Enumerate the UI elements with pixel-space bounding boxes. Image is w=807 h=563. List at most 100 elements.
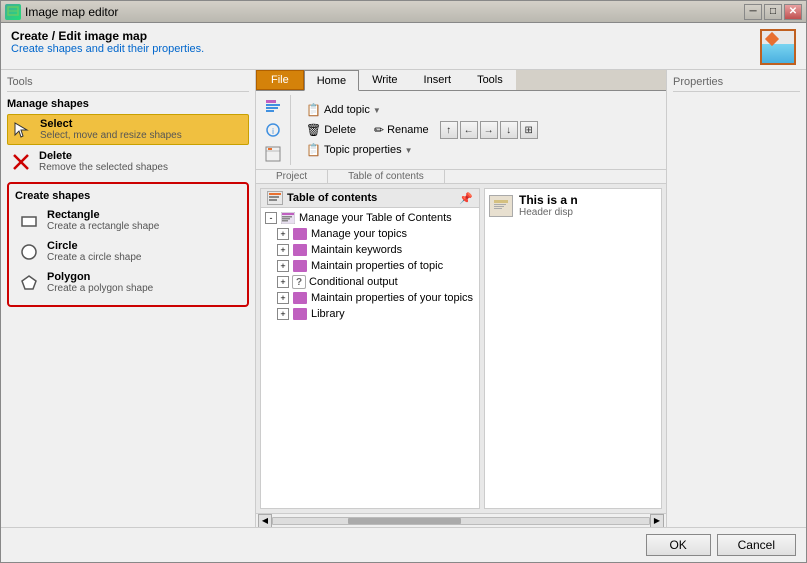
header-image (760, 29, 796, 65)
app-icon (5, 4, 21, 20)
tools-panel-title: Tools (7, 76, 249, 92)
tab-insert[interactable]: Insert (411, 70, 465, 90)
arrow-extra-button[interactable]: ⊞ (520, 121, 538, 139)
tree-item-2[interactable]: + Maintain keywords (263, 242, 477, 258)
header-area: Create / Edit image map Create shapes an… (1, 23, 806, 70)
circle-icon (19, 242, 39, 262)
item3-expander[interactable]: + (277, 260, 289, 272)
tab-tools[interactable]: Tools (464, 70, 516, 90)
arrow-right-button[interactable]: → (480, 121, 498, 139)
item4-expander[interactable]: + (277, 276, 289, 288)
item6-icon (292, 307, 308, 321)
select-tool-name: Select (40, 118, 182, 130)
ribbon-icon-1[interactable] (262, 95, 284, 117)
item6-expander[interactable]: + (277, 308, 289, 320)
ribbon-row-2: 🗑 Delete ✏ Rename ↑ ← → ↓ (299, 121, 538, 139)
item4-label: Conditional output (309, 276, 398, 288)
topic-properties-arrow: ▼ (405, 146, 413, 155)
delete-icon (11, 152, 31, 172)
topic-properties-button[interactable]: 📋 Topic properties ▼ (299, 141, 420, 159)
tab-file[interactable]: File (256, 70, 304, 90)
ribbon-icon-3[interactable] (262, 143, 284, 165)
item5-expander[interactable]: + (277, 292, 289, 304)
arrow-down-button[interactable]: ↓ (500, 121, 518, 139)
item3-icon (292, 259, 308, 273)
ribbon: File Home Write Insert Tools (256, 70, 666, 184)
circle-tool-info: Circle Create a circle shape (47, 240, 142, 263)
tree-item-4[interactable]: + ? Conditional output (263, 274, 477, 290)
delete-tool[interactable]: Delete Remove the selected shapes (7, 147, 249, 176)
ribbon-left-icons: i (262, 95, 291, 165)
minimize-button[interactable]: ─ (744, 4, 762, 20)
maximize-button[interactable]: □ (764, 4, 782, 20)
add-topic-label: Add topic (324, 104, 370, 116)
item1-expander[interactable]: + (277, 228, 289, 240)
tree-item-1[interactable]: + Manage your topics (263, 226, 477, 242)
cancel-button[interactable]: Cancel (717, 534, 796, 556)
select-tool-desc: Select, move and resize shapes (40, 130, 182, 141)
ribbon-row-1: 📋 Add topic ▼ (299, 101, 538, 119)
create-shapes-header: Create shapes (15, 190, 241, 202)
item2-icon (292, 243, 308, 257)
preview-title: This is a n (519, 193, 578, 207)
delete-ribbon-label: Delete (324, 124, 356, 136)
rename-button[interactable]: ✏ Rename (367, 121, 436, 139)
arrow-left-button[interactable]: ← (460, 121, 478, 139)
tab-write[interactable]: Write (359, 70, 410, 90)
svg-text:i: i (272, 127, 274, 136)
main-area: Tools Manage shapes Select Select, move … (1, 70, 806, 527)
item5-icon (292, 291, 308, 305)
ribbon-content: i (256, 91, 666, 169)
tree-item-3[interactable]: + Maintain properties of topic (263, 258, 477, 274)
rect-tool-name: Rectangle (47, 209, 159, 221)
manage-shapes-header: Manage shapes (7, 98, 249, 110)
rectangle-tool[interactable]: Rectangle Create a rectangle shape (15, 206, 241, 235)
window-title: Image map editor (25, 5, 118, 19)
arrow-up-button[interactable]: ↑ (440, 121, 458, 139)
nav-arrows: ↑ ← → ↓ ⊞ (440, 121, 538, 139)
item2-expander[interactable]: + (277, 244, 289, 256)
tree-root-item[interactable]: - Manage your Table of Cont (263, 210, 477, 226)
toc-header-left: Table of contents (267, 191, 377, 205)
circle-tool-name: Circle (47, 240, 142, 252)
add-topic-button[interactable]: 📋 Add topic ▼ (299, 101, 388, 119)
ribbon-tabs: File Home Write Insert Tools (256, 70, 666, 91)
delete-ribbon-button[interactable]: 🗑 Delete (299, 121, 363, 139)
ok-button[interactable]: OK (646, 534, 711, 556)
pin-icon[interactable]: 📌 (459, 192, 473, 205)
scroll-right-button[interactable]: ▶ (650, 514, 664, 528)
toc-header-icon (267, 191, 283, 205)
preview-desc: Header disp (519, 207, 578, 218)
ribbon-icon-2[interactable]: i (262, 119, 284, 141)
title-bar: Image map editor ─ □ ✕ (1, 1, 806, 23)
polygon-tool[interactable]: Polygon Create a polygon shape (15, 268, 241, 297)
header-subtitle: Create shapes and edit their properties. (11, 43, 204, 55)
ribbon-commands: 📋 Add topic ▼ 🗑 Delete ✏ (299, 101, 538, 159)
properties-panel-title: Properties (673, 76, 800, 92)
item6-label: Library (311, 308, 345, 320)
scrollbar-track[interactable] (272, 517, 650, 525)
tree-item-6[interactable]: + Library (263, 306, 477, 322)
header-title: Create / Edit image map (11, 29, 204, 43)
scrollbar-thumb (348, 518, 461, 524)
toc-header: Table of contents 📌 (261, 189, 479, 208)
poly-icon (19, 273, 39, 293)
ribbon-groups: Project Table of contents (256, 169, 666, 183)
rect-tool-desc: Create a rectangle shape (47, 221, 159, 232)
preview-icon (489, 195, 513, 217)
center-panel: File Home Write Insert Tools (256, 70, 666, 527)
close-button[interactable]: ✕ (784, 4, 802, 20)
tree-item-5[interactable]: + Maintain properties of your topics (263, 290, 477, 306)
root-expander[interactable]: - (265, 212, 277, 224)
circle-tool[interactable]: Circle Create a circle shape (15, 237, 241, 266)
select-tool[interactable]: Select Select, move and resize shapes (7, 114, 249, 145)
delete-ribbon-icon: 🗑 (306, 123, 321, 137)
poly-tool-info: Polygon Create a polygon shape (47, 271, 153, 294)
tab-home[interactable]: Home (304, 70, 359, 91)
title-controls: ─ □ ✕ (744, 4, 802, 20)
scroll-left-button[interactable]: ◀ (258, 514, 272, 528)
toc-body: - Manage your Table of Cont (261, 208, 479, 508)
rename-icon: ✏ (374, 123, 384, 137)
topic-properties-icon: 📋 (306, 143, 321, 157)
create-shapes-section: Create shapes Rectangle Create a rectang… (7, 182, 249, 307)
